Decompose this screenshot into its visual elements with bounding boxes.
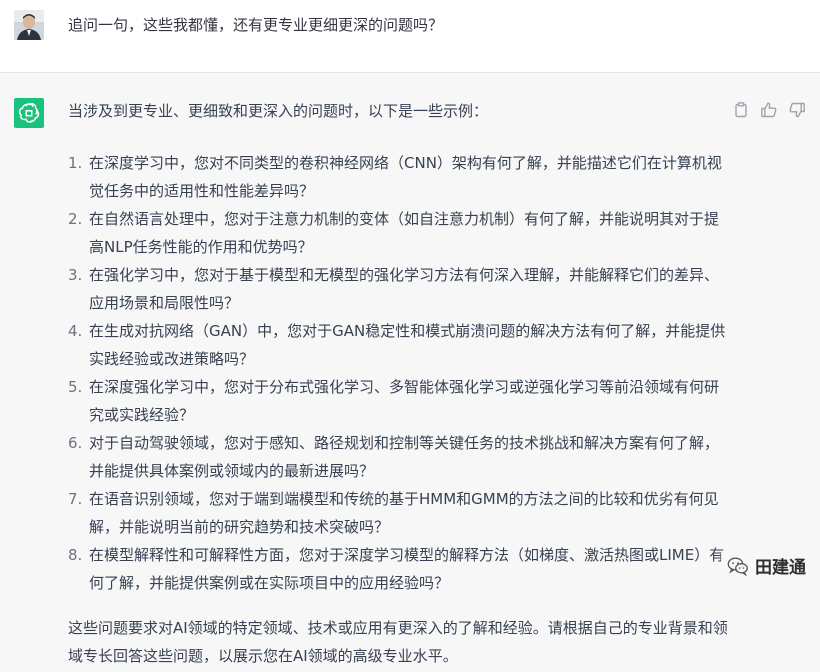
question-list: 1. 在深度学习中，您对不同类型的卷积神经网络（CNN）架构有何了解，并能描述它们… [68, 149, 728, 597]
assistant-avatar [14, 98, 44, 128]
list-item-text: 在生成对抗网络（GAN）中，您对于GAN稳定性和模式崩溃问题的解决方法有何了解，… [89, 322, 726, 368]
thumbs-down-icon[interactable] [788, 101, 806, 119]
list-item-number: 7. [68, 490, 83, 508]
list-item-text: 在强化学习中，您对于基于模型和无模型的强化学习方法有何深入理解，并能解释它们的差… [89, 266, 720, 312]
list-item-text: 在深度强化学习中，您对于分布式强化学习、多智能体强化学习或逆强化学习等前沿领域有… [89, 378, 720, 424]
list-item-number: 1. [68, 154, 83, 172]
list-item: 4. 在生成对抗网络（GAN）中，您对于GAN稳定性和模式崩溃问题的解决方法有何了… [68, 317, 728, 373]
list-item: 1. 在深度学习中，您对不同类型的卷积神经网络（CNN）架构有何了解，并能描述它们… [68, 149, 728, 205]
openai-logo-icon [18, 103, 40, 123]
list-item: 7. 在语音识别领域，您对于端到端模型和传统的基于HMM和GMM的方法之间的比较和… [68, 485, 728, 541]
wechat-icon [727, 557, 748, 576]
thumbs-up-icon[interactable] [760, 101, 778, 119]
list-item-number: 6. [68, 434, 83, 452]
list-item: 3. 在强化学习中，您对于基于模型和无模型的强化学习方法有何深入理解，并能解释它们… [68, 261, 728, 317]
assistant-message-row: 当涉及到更专业、更细致和更深入的问题时，以下是一些示例： 1. 在深度学习中，您对… [0, 73, 820, 672]
list-item-number: 4. [68, 322, 83, 340]
user-avatar [14, 10, 44, 40]
list-item-text: 在语音识别领域，您对于端到端模型和传统的基于HMM和GMM的方法之间的比较和优劣… [89, 490, 719, 536]
list-item-text: 在深度学习中，您对不同类型的卷积神经网络（CNN）架构有何了解，并能描述它们在计… [89, 154, 722, 200]
assistant-summary-text: 这些问题要求对AI领域的特定领域、技术或应用有更深入的了解和经验。请根据自己的专… [68, 619, 728, 665]
list-item: 8. 在模型解释性和可解释性方面，您对于深度学习模型的解释方法（如梯度、激活热图或… [68, 541, 728, 597]
list-item-number: 3. [68, 266, 83, 284]
list-item: 2. 在自然语言处理中，您对于注意力机制的变体（如自注意力机制）有何了解，并能说明… [68, 205, 728, 261]
list-item-number: 5. [68, 378, 83, 396]
wechat-watermark: 田建通 [721, 553, 806, 578]
message-actions [732, 101, 806, 119]
list-item-text: 在自然语言处理中，您对于注意力机制的变体（如自注意力机制）有何了解，并能说明其对… [89, 210, 720, 256]
user-photo-icon [14, 10, 44, 40]
user-message-row: 追问一句，这些我都懂，还有更专业更细更深的问题吗？ [0, 0, 820, 73]
list-item-number: 8. [68, 546, 83, 564]
copy-icon[interactable] [732, 101, 750, 119]
user-message-text: 追问一句，这些我都懂，还有更专业更细更深的问题吗？ [68, 16, 444, 34]
list-item: 5. 在深度强化学习中，您对于分布式强化学习、多智能体强化学习或逆强化学习等前沿领… [68, 373, 728, 429]
list-item-text: 对于自动驾驶领域，您对于感知、路径规划和控制等关键任务的技术挑战和解决方案有何了… [89, 434, 720, 480]
list-item-text: 在模型解释性和可解释性方面，您对于深度学习模型的解释方法（如梯度、激活热图或LI… [89, 546, 725, 592]
list-item-number: 2. [68, 210, 83, 228]
watermark-text: 田建通 [755, 558, 806, 578]
list-item: 6. 对于自动驾驶领域，您对于感知、路径规划和控制等关键任务的技术挑战和解决方案有… [68, 429, 728, 485]
assistant-intro-text: 当涉及到更专业、更细致和更深入的问题时，以下是一些示例： [68, 102, 489, 120]
